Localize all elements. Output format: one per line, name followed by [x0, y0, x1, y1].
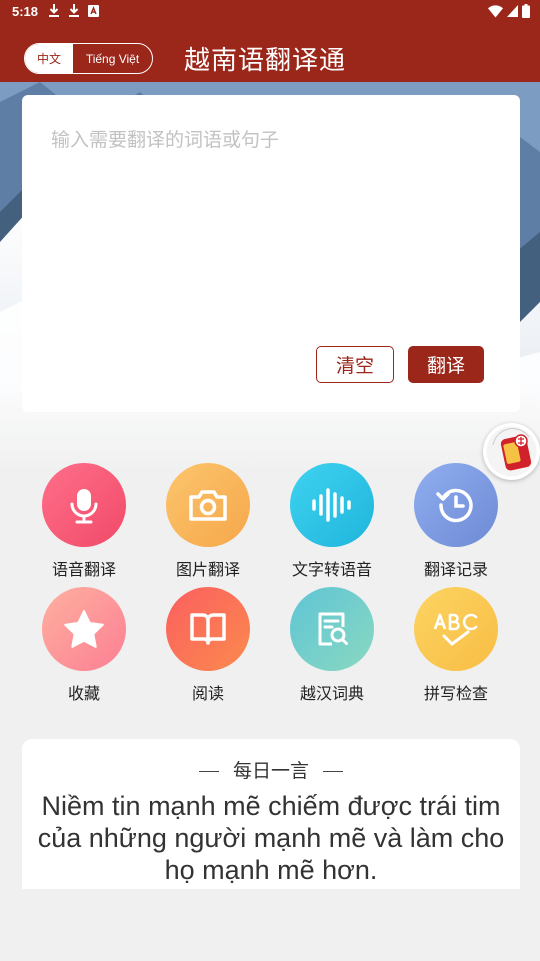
battery-icon — [522, 4, 530, 18]
translate-card: 清空 翻译 — [22, 95, 520, 412]
feature-spell-check[interactable]: 拼写检查 — [401, 587, 511, 704]
lang-vietnamese-option[interactable]: Tiếng Việt — [73, 44, 152, 73]
feature-label: 翻译记录 — [423, 560, 488, 579]
translate-button[interactable]: 翻译 — [408, 346, 484, 383]
star-icon — [42, 587, 126, 671]
app-bar: 中文 Tiếng Việt 越南语翻译通 — [0, 26, 540, 82]
feature-text-to-speech[interactable]: 文字转语音 — [277, 463, 387, 580]
sound-wave-icon — [290, 463, 374, 547]
feature-dictionary[interactable]: 越汉词典 — [277, 587, 387, 704]
feature-label: 图片翻译 — [175, 560, 240, 579]
book-icon — [166, 587, 250, 671]
abc-check-icon — [414, 587, 498, 671]
microphone-icon — [42, 463, 126, 547]
language-switch[interactable]: 中文 Tiếng Việt — [24, 43, 153, 74]
lang-chinese-option[interactable]: 中文 — [25, 44, 73, 73]
feature-history[interactable]: 翻译记录 — [401, 463, 511, 580]
status-bar: 5:18 — [0, 0, 540, 26]
feature-label: 阅读 — [191, 684, 224, 703]
feature-image-translate[interactable]: 图片翻译 — [153, 463, 263, 580]
wifi-icon — [488, 4, 503, 17]
feature-reading[interactable]: 阅读 — [153, 587, 263, 704]
feature-label: 收藏 — [67, 684, 100, 703]
feature-label: 文字转语音 — [291, 560, 372, 579]
feature-voice-translate[interactable]: 语音翻译 — [29, 463, 139, 580]
feature-favorites[interactable]: 收藏 — [29, 587, 139, 704]
daily-quote-heading: 每日一言 — [22, 756, 520, 783]
translate-input[interactable] — [51, 125, 491, 305]
download-icon — [69, 4, 79, 17]
status-time: 5:18 — [12, 4, 39, 19]
feature-label: 越汉词典 — [299, 684, 364, 703]
signal-icon — [507, 5, 518, 17]
download-icon — [49, 4, 59, 17]
divider — [198, 770, 219, 773]
feature-label: 语音翻译 — [51, 560, 116, 579]
daily-quote-text: Niềm tin mạnh mẽ chiếm được trái tim của… — [37, 791, 505, 885]
feature-label: 拼写检查 — [423, 684, 488, 703]
history-icon — [414, 463, 498, 547]
app-notification-icon — [88, 5, 99, 17]
divider — [323, 770, 343, 773]
dictionary-search-icon — [290, 587, 374, 671]
daily-quote-title: 每日一言 — [232, 760, 309, 782]
page-title: 越南语翻译通 — [184, 46, 347, 76]
clear-button[interactable]: 清空 — [316, 346, 394, 383]
daily-quote-card: 每日一言 Niềm tin mạnh mẽ chiếm được trái ti… — [22, 739, 520, 889]
camera-icon — [166, 463, 250, 547]
